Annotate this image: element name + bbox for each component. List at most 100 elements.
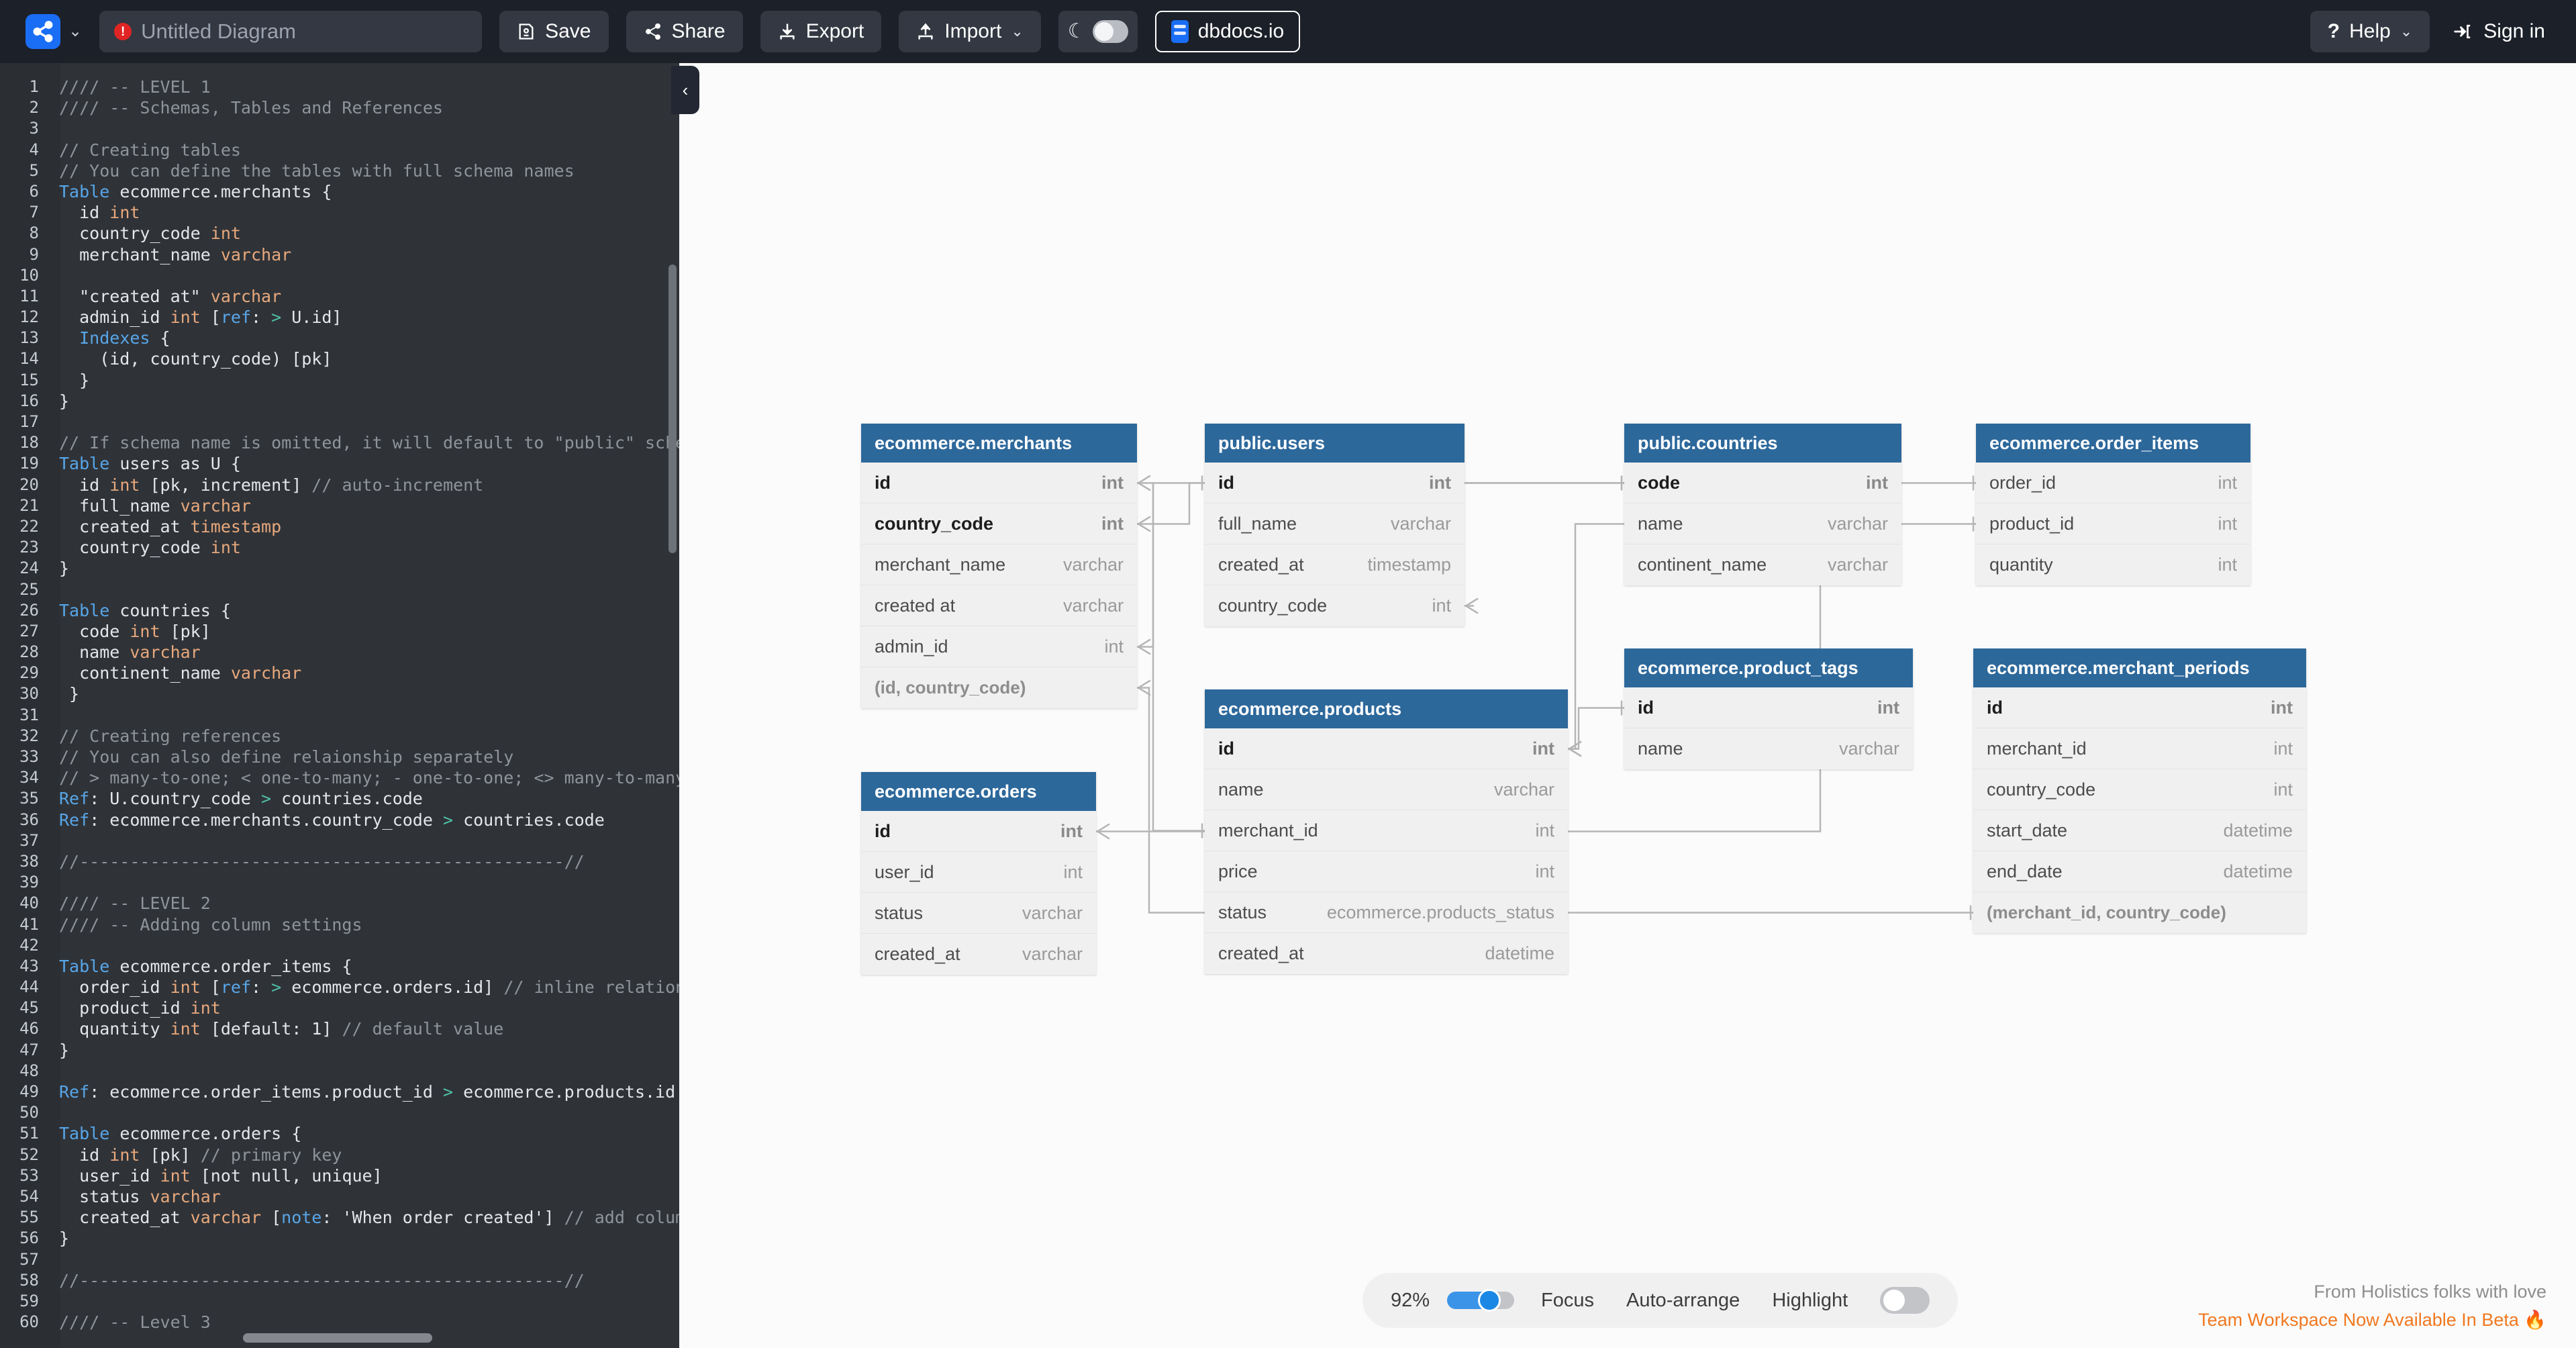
editor-code-lines[interactable]: 1 //// -- LEVEL 1 2 //// -- Schemas, Tables…: [0, 77, 679, 1333]
table-column-row[interactable]: merchant_id int: [1205, 810, 1568, 851]
code-line[interactable]: 12 admin_id int [ref: > U.id]: [0, 307, 679, 328]
code-line[interactable]: 3: [0, 118, 679, 139]
code-line[interactable]: 26 Table countries {: [0, 600, 679, 621]
code-line[interactable]: 9 merchant_name varchar: [0, 244, 679, 265]
code-line[interactable]: 30 }: [0, 683, 679, 704]
table-header[interactable]: public.countries: [1624, 424, 1901, 463]
table-column-row[interactable]: code int: [1624, 463, 1901, 503]
code-line[interactable]: 14 (id, country_code) [pk]: [0, 348, 679, 369]
table-column-row[interactable]: quantity int: [1976, 544, 2250, 585]
table-header[interactable]: ecommerce.orders: [861, 772, 1096, 811]
theme-switch-knob[interactable]: [1092, 20, 1128, 43]
table-column-row[interactable]: country_code int: [1973, 769, 2306, 810]
table-column-row[interactable]: name varchar: [1624, 503, 1901, 544]
code-line[interactable]: 57: [0, 1249, 679, 1270]
diagram-table[interactable]: ecommerce.orders id int user_id int status var…: [861, 772, 1096, 975]
code-line[interactable]: 23 country_code int: [0, 537, 679, 558]
table-column-row[interactable]: user_id int: [861, 852, 1096, 893]
code-line[interactable]: 16}: [0, 391, 679, 412]
code-line[interactable]: 45 product_id int: [0, 998, 679, 1018]
table-column-row[interactable]: country_code int: [1205, 585, 1465, 626]
table-column-row[interactable]: order_id int: [1976, 463, 2250, 503]
focus-button[interactable]: Focus: [1541, 1290, 1594, 1312]
code-line[interactable]: 59: [0, 1291, 679, 1312]
code-line[interactable]: 6 Table ecommerce.merchants {: [0, 181, 679, 202]
diagram-canvas[interactable]: ecommerce.merchants id int country_code int m…: [679, 63, 2576, 1348]
editor-vertical-scrollbar[interactable]: [668, 264, 677, 553]
code-line[interactable]: 60 //// -- Level 3: [0, 1312, 679, 1333]
diagram-table[interactable]: public.countries code int name varchar contin…: [1624, 424, 1901, 585]
code-line[interactable]: 24}: [0, 558, 679, 579]
table-column-row[interactable]: id int: [861, 463, 1137, 503]
help-button[interactable]: ? Help ⌄: [2310, 11, 2430, 52]
code-line[interactable]: 56}: [0, 1228, 679, 1249]
highlight-toggle[interactable]: [1880, 1287, 1930, 1314]
code-line[interactable]: 17: [0, 412, 679, 432]
table-column-row[interactable]: full_name varchar: [1205, 503, 1465, 544]
table-column-row[interactable]: country_code int: [861, 503, 1137, 544]
sign-in-button[interactable]: Sign in: [2453, 20, 2545, 43]
code-line[interactable]: 19 Table users as U {: [0, 453, 679, 474]
code-line[interactable]: 4 // Creating tables: [0, 140, 679, 160]
code-line[interactable]: 43 Table ecommerce.order_items {: [0, 956, 679, 977]
table-column-row[interactable]: admin_id int: [861, 626, 1137, 667]
code-line[interactable]: 46 quantity int [default: 1] // default …: [0, 1018, 679, 1039]
table-index-row[interactable]: (id, country_code): [861, 667, 1137, 708]
code-line[interactable]: 52 id int [pk] // primary key: [0, 1145, 679, 1165]
code-line[interactable]: 53 user_id int [not null, unique]: [0, 1165, 679, 1186]
code-line[interactable]: 1 //// -- LEVEL 1: [0, 77, 679, 97]
logo-chevron-down-icon[interactable]: ⌄: [68, 23, 82, 40]
code-line[interactable]: 33 // You can also define relaionship sep…: [0, 747, 679, 767]
code-line[interactable]: 5 // You can define the tables with full …: [0, 160, 679, 181]
table-header[interactable]: ecommerce.merchant_periods: [1973, 648, 2306, 687]
code-line[interactable]: 8 country_code int: [0, 223, 679, 244]
table-column-row[interactable]: end_date datetime: [1973, 851, 2306, 892]
code-line[interactable]: 58 //------------------------------------…: [0, 1270, 679, 1291]
code-line[interactable]: 2 //// -- Schemas, Tables and References: [0, 97, 679, 118]
table-column-row[interactable]: name varchar: [1205, 769, 1568, 810]
table-column-row[interactable]: continent_name varchar: [1624, 544, 1901, 585]
diagram-table[interactable]: public.users id int full_name varchar created…: [1205, 424, 1465, 626]
code-line[interactable]: 31: [0, 705, 679, 726]
code-line[interactable]: 42: [0, 935, 679, 956]
code-line[interactable]: 21 full_name varchar: [0, 495, 679, 516]
share-button[interactable]: Share: [626, 11, 743, 52]
table-column-row[interactable]: id int: [1973, 687, 2306, 728]
auto-arrange-button[interactable]: Auto-arrange: [1626, 1290, 1740, 1312]
table-column-row[interactable]: id int: [1205, 463, 1465, 503]
code-line[interactable]: 37: [0, 830, 679, 851]
code-line[interactable]: 22 created_at timestamp: [0, 516, 679, 537]
collapse-panel-button[interactable]: ‹: [671, 66, 699, 114]
code-line[interactable]: 38 //------------------------------------…: [0, 851, 679, 872]
editor-horizontal-scrollbar[interactable]: [243, 1333, 432, 1343]
dark-mode-toggle[interactable]: ☾: [1058, 11, 1138, 52]
diagram-title-input[interactable]: ! Untitled Diagram: [99, 11, 483, 52]
code-line[interactable]: 7 id int: [0, 202, 679, 223]
diagram-table[interactable]: ecommerce.merchants id int country_code int m…: [861, 424, 1137, 708]
zoom-slider-knob[interactable]: [1478, 1289, 1501, 1312]
table-column-row[interactable]: status varchar: [861, 893, 1096, 934]
code-line[interactable]: 54 status varchar: [0, 1186, 679, 1207]
table-column-row[interactable]: created_at timestamp: [1205, 544, 1465, 585]
table-column-row[interactable]: created_at varchar: [861, 934, 1096, 975]
dbdocs-io-button[interactable]: dbdocs.io: [1154, 11, 1301, 52]
code-line[interactable]: 41 //// -- Adding column settings: [0, 914, 679, 935]
table-column-row[interactable]: merchant_id int: [1973, 728, 2306, 769]
table-column-row[interactable]: price int: [1205, 851, 1568, 892]
save-button[interactable]: Save: [499, 11, 609, 52]
table-column-row[interactable]: name varchar: [1624, 728, 1913, 769]
table-column-row[interactable]: id int: [1624, 687, 1913, 728]
code-line[interactable]: 49 Ref: ecommerce.order_items.product_id …: [0, 1081, 679, 1102]
code-line[interactable]: 29 continent_name varchar: [0, 663, 679, 683]
table-index-row[interactable]: (merchant_id, country_code): [1973, 892, 2306, 933]
table-column-row[interactable]: created at varchar: [861, 585, 1137, 626]
dbml-code-editor[interactable]: 1 //// -- LEVEL 1 2 //// -- Schemas, Tables…: [0, 63, 679, 1348]
code-line[interactable]: 20 id int [pk, increment] // auto-increm…: [0, 475, 679, 495]
table-column-row[interactable]: merchant_name varchar: [861, 544, 1137, 585]
table-header[interactable]: public.users: [1205, 424, 1465, 463]
code-line[interactable]: 27 code int [pk]: [0, 621, 679, 642]
app-logo-group[interactable]: ⌄: [26, 14, 82, 49]
code-line[interactable]: 39: [0, 872, 679, 893]
import-button[interactable]: Import ⌄: [899, 11, 1041, 52]
code-line[interactable]: 35 Ref: U.country_code > countries.code: [0, 788, 679, 809]
